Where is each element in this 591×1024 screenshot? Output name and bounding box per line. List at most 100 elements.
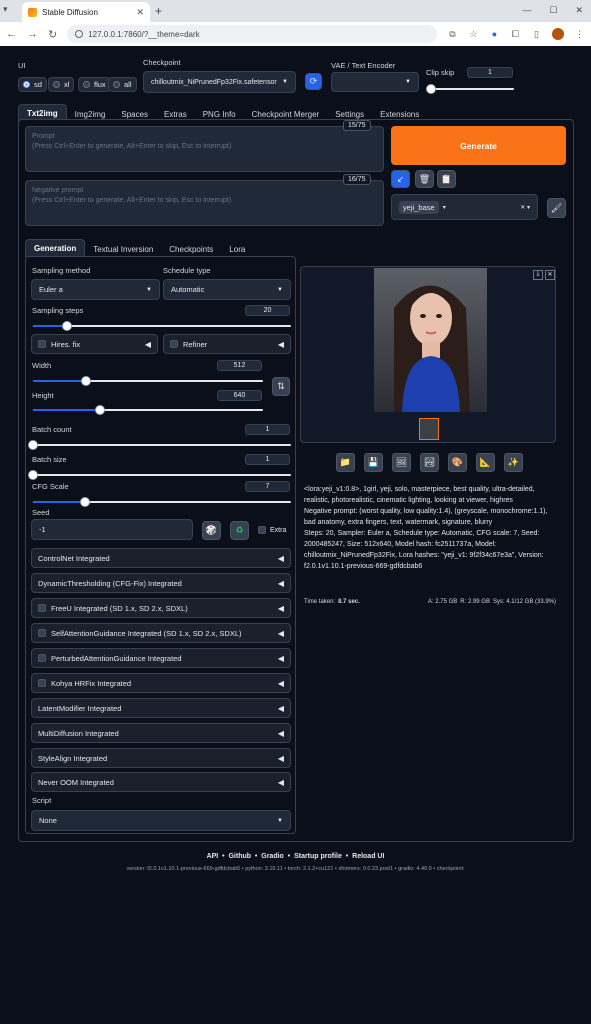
accordion-kohya-hrfix-integrated[interactable]: Kohya HRFix Integrated ◀ <box>31 673 291 693</box>
extra-seed-checkbox[interactable]: Extra <box>258 526 286 534</box>
enable-checkbox[interactable] <box>38 654 46 662</box>
image-gallery: ⤓ ✕ <box>300 266 556 443</box>
tab-list-icon[interactable]: ▾ <box>3 4 8 15</box>
height-slider[interactable] <box>33 405 263 415</box>
ui-radio-sd[interactable]: sd <box>18 77 47 92</box>
accordion-selfattentionguidance-integrated-sd-1-x-sd-2-x-sdxl[interactable]: SelfAttentionGuidance Integrated (SD 1.x… <box>31 623 291 643</box>
close-image-icon[interactable]: ✕ <box>545 270 555 280</box>
sidebar-icon[interactable]: ▯ <box>531 29 542 40</box>
clear-styles-icon[interactable]: ✕ ▾ <box>520 204 530 211</box>
send-to-sketch-icon[interactable]: 📐 <box>476 453 495 472</box>
cfg-scale-slider[interactable] <box>33 497 291 507</box>
reuse-seed-icon[interactable]: ♻ <box>230 521 249 540</box>
width-label: Width <box>32 361 52 370</box>
save-icon[interactable]: 💾 <box>364 453 383 472</box>
read-params-icon[interactable]: ↙ <box>391 170 410 188</box>
batch-size-input[interactable]: 1 <box>245 454 290 465</box>
puzzle-icon[interactable]: ⧠ <box>510 29 521 40</box>
enable-checkbox[interactable] <box>38 679 46 687</box>
sampling-method-dropdown[interactable]: Euler a ▼ <box>31 279 160 300</box>
close-window-icon[interactable]: ✕ <box>575 5 583 16</box>
clipboard-icon[interactable]: 📋 <box>437 170 456 188</box>
footer-github-link[interactable]: Github <box>228 853 251 860</box>
batch-count-slider[interactable] <box>28 440 291 450</box>
trash-icon[interactable]: 🗑 <box>415 170 434 188</box>
footer-gradio-link[interactable]: Gradio <box>261 853 284 860</box>
accordion-perturbedattentionguidance-integrated[interactable]: PerturbedAttentionGuidance Integrated ◀ <box>31 648 291 668</box>
expand-icon: ◀ <box>277 653 284 663</box>
profile-avatar[interactable] <box>552 28 564 40</box>
batch-size-slider[interactable] <box>28 470 291 480</box>
accordion-multidiffusion-integrated[interactable]: MultiDiffusion Integrated ◀ <box>31 723 291 743</box>
footer-startup-link[interactable]: Startup profile <box>294 853 342 860</box>
translate-icon[interactable]: ⧉ <box>447 29 458 40</box>
url-field[interactable]: 127.0.0.1:7860/?__theme=dark <box>67 25 437 43</box>
accordion-never-oom-integrated[interactable]: Never OOM Integrated ◀ <box>31 772 291 792</box>
checkpoint-label: Checkpoint <box>143 58 181 67</box>
prompt-textarea[interactable]: Prompt (Press Ctrl+Enter to generate, Alt… <box>25 126 384 172</box>
vae-dropdown[interactable]: ▼ <box>331 72 419 92</box>
expand-icon: ◀ <box>277 628 284 638</box>
forward-icon[interactable]: → <box>27 28 38 40</box>
styles-dropdown[interactable]: yeji_base ▾ ✕ ▾ <box>391 194 538 220</box>
sampling-steps-input[interactable]: 20 <box>245 305 290 316</box>
back-icon[interactable]: ← <box>6 28 17 40</box>
hires-fix-toggle[interactable]: Hires. fix ◀ <box>31 334 158 354</box>
ui-radio-xl[interactable]: xl <box>48 77 75 92</box>
tab-generation[interactable]: Generation <box>25 239 86 257</box>
maximize-icon[interactable]: ☐ <box>549 5 557 16</box>
generate-button[interactable]: Generate <box>391 126 566 165</box>
random-seed-dice-icon[interactable]: 🎲 <box>202 521 221 540</box>
ui-radio-flux[interactable]: flux <box>78 77 111 92</box>
script-dropdown[interactable]: None ▼ <box>31 810 291 831</box>
send-to-extras-icon[interactable]: 🎨 <box>448 453 467 472</box>
sparkle-icon[interactable]: ✨ <box>504 453 523 472</box>
accordion-controlnet-integrated[interactable]: ControlNet Integrated ◀ <box>31 548 291 568</box>
download-icon[interactable]: ⤓ <box>533 270 543 280</box>
style-chip: yeji_base <box>399 200 439 214</box>
info-prompt: <lora:yeji_v1:0.8>, 1girl, yeji, solo, m… <box>304 486 535 504</box>
send-to-img2img-icon[interactable]: 🖼 <box>392 453 411 472</box>
accordion-latentmodifier-integrated[interactable]: LatentModifier Integrated ◀ <box>31 698 291 718</box>
open-folder-icon[interactable]: 📁 <box>336 453 355 472</box>
checkpoint-dropdown[interactable]: chilloutmix_NiPrunedFp32Fix.safetensor ▼ <box>143 71 296 93</box>
footer-reload-link[interactable]: Reload UI <box>352 853 384 860</box>
swap-dimensions-icon[interactable]: ⇅ <box>272 377 290 396</box>
schedule-type-dropdown[interactable]: Automatic ▼ <box>163 279 291 300</box>
accordion-label: DynamicThresholding (CFG-Fix) Integrated <box>38 578 182 588</box>
cfg-scale-input[interactable]: 7 <box>245 481 290 492</box>
clip-skip-input[interactable]: 1 <box>467 67 513 78</box>
batch-count-input[interactable]: 1 <box>245 424 290 435</box>
thumbnail[interactable] <box>419 418 439 440</box>
accordion-freeu-integrated-sd-1-x-sd-2-x-sdxl[interactable]: FreeU Integrated (SD 1.x, SD 2.x, SDXL) ◀ <box>31 598 291 618</box>
clip-skip-slider[interactable] <box>426 84 514 94</box>
site-info-icon[interactable] <box>75 30 84 38</box>
send-to-inpaint-icon[interactable]: 🏞 <box>420 453 439 472</box>
footer-version: version: f2.0.1v1.10.1-previous-669-gdfd… <box>126 866 465 872</box>
bookmark-star-icon[interactable]: ☆ <box>468 29 479 40</box>
close-tab-icon[interactable]: ✕ <box>136 7 144 18</box>
enable-checkbox[interactable] <box>38 604 46 612</box>
minimize-icon[interactable]: — <box>522 5 531 16</box>
ui-radio-all[interactable]: all <box>108 77 137 92</box>
refresh-checkpoint-button[interactable]: ⟳ <box>305 73 322 90</box>
width-slider[interactable] <box>33 376 263 386</box>
new-tab-icon[interactable]: + <box>155 4 162 18</box>
height-input[interactable]: 640 <box>217 390 262 401</box>
script-label: Script <box>32 796 52 805</box>
negative-prompt-textarea[interactable]: Negative prompt (Press Ctrl+Enter to gene… <box>25 180 384 226</box>
refiner-toggle[interactable]: Refiner ◀ <box>163 334 291 354</box>
browser-tab[interactable]: Stable Diffusion ✕ <box>22 2 150 22</box>
extension-icon[interactable]: ● <box>489 29 500 40</box>
accordion-stylealign-integrated[interactable]: StyleAlign Integrated ◀ <box>31 748 291 768</box>
generated-image[interactable] <box>374 268 487 412</box>
width-input[interactable]: 512 <box>217 360 262 371</box>
enable-checkbox[interactable] <box>38 629 46 637</box>
reload-icon[interactable]: ↻ <box>48 28 57 41</box>
menu-icon[interactable]: ⋮ <box>574 29 585 40</box>
sampling-steps-slider[interactable] <box>33 321 291 331</box>
seed-input[interactable]: -1 <box>31 519 193 540</box>
edit-styles-icon[interactable]: 🖌 <box>547 198 566 218</box>
footer-api-link[interactable]: API <box>207 853 219 860</box>
accordion-dynamicthresholding-cfg-fix-integrated[interactable]: DynamicThresholding (CFG-Fix) Integrated… <box>31 573 291 593</box>
